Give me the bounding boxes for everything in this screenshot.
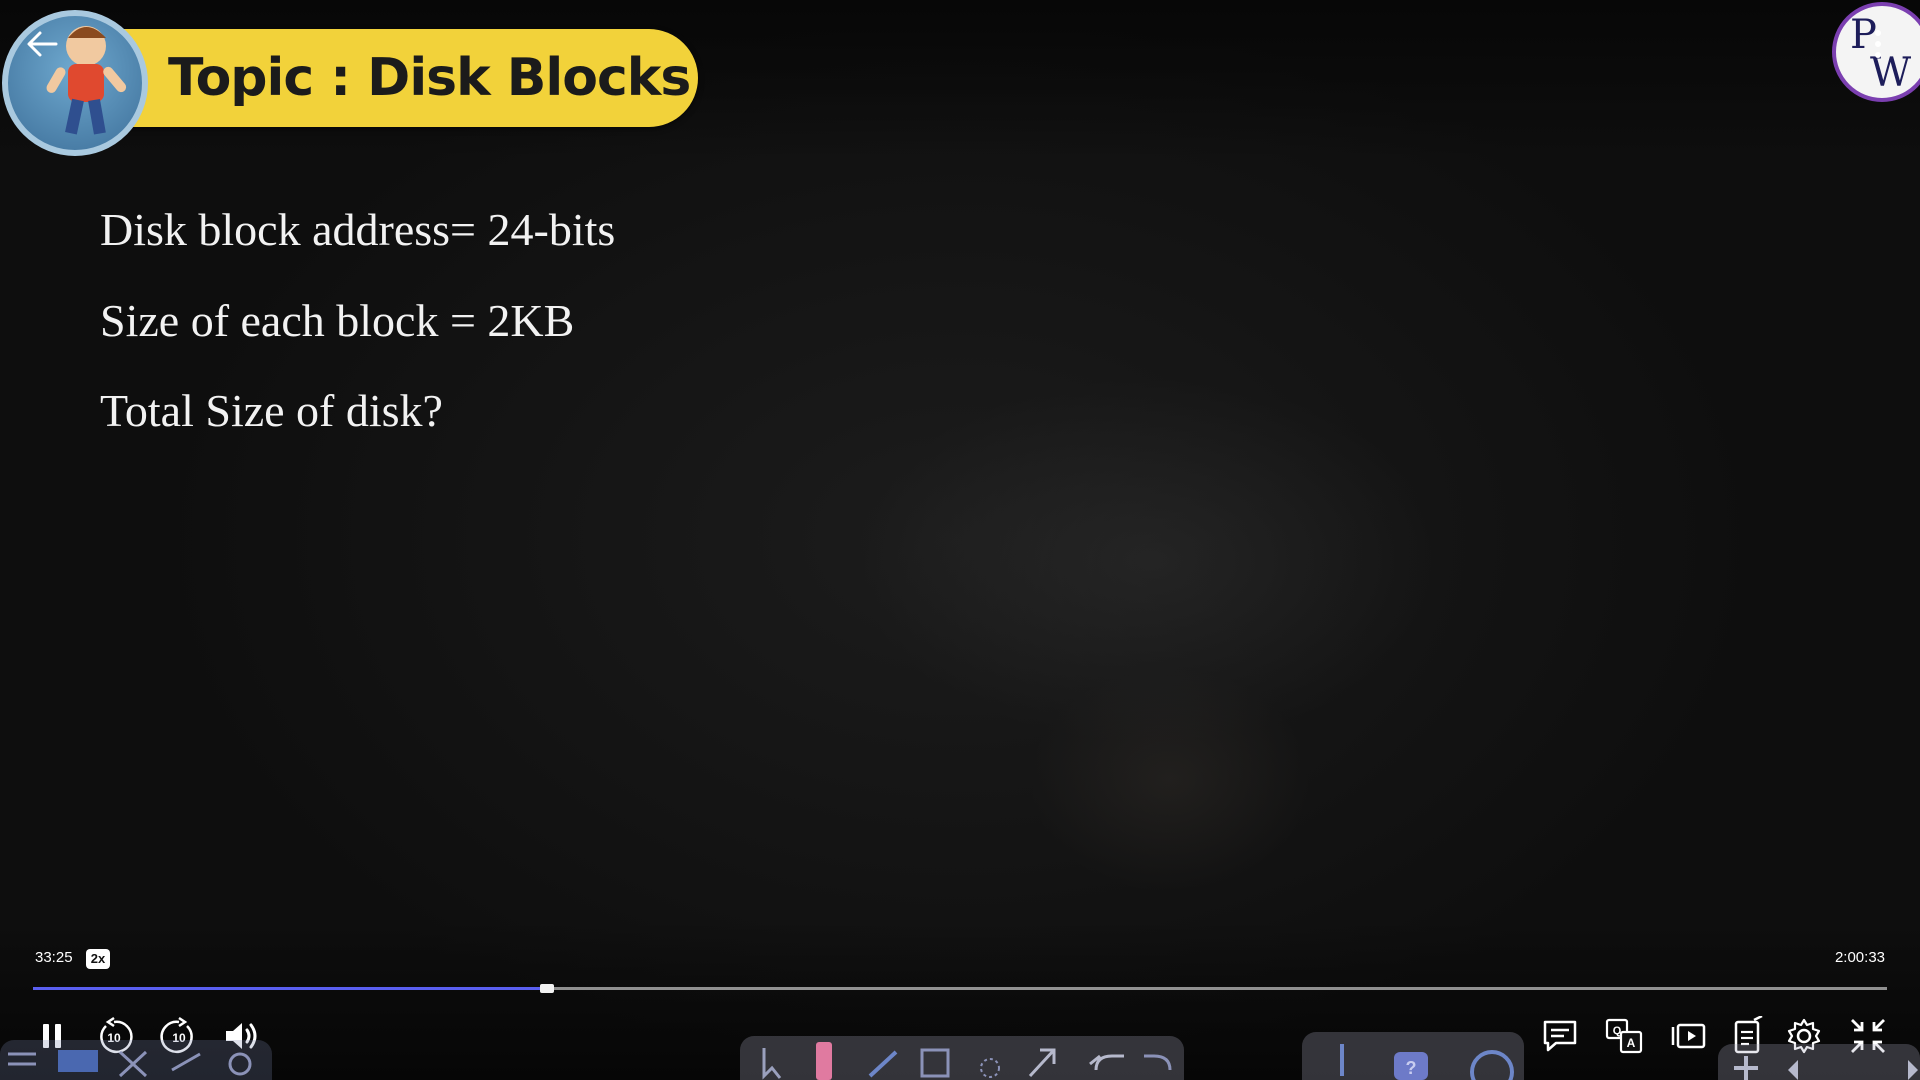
translate-icon: Q A <box>1605 1018 1643 1054</box>
seek-bar-progress <box>33 987 547 990</box>
svg-text:Q: Q <box>1613 1025 1622 1037</box>
page-navigation-icons <box>1734 1056 1918 1080</box>
more-vertical-icon <box>1875 30 1881 36</box>
board-tools-toolbar: ? <box>1302 1032 1524 1080</box>
playlist-icon <box>1671 1023 1706 1049</box>
seek-bar[interactable] <box>33 984 1887 993</box>
slide-line-address: Disk block address= 24-bits <box>100 204 616 255</box>
current-time: 33:25 <box>35 949 73 966</box>
translate-button[interactable]: Q A <box>1602 1014 1646 1058</box>
svg-text:?: ? <box>1406 1058 1417 1078</box>
more-options-button[interactable] <box>1866 26 1890 62</box>
board-left-toolbar-icons <box>8 1050 252 1078</box>
blackboard-background <box>0 0 1920 1080</box>
more-vertical-icon-dot <box>1875 41 1881 47</box>
more-vertical-icon-dot <box>1875 52 1881 58</box>
annotation-toolbar-icons <box>762 1042 1172 1080</box>
svg-text:A: A <box>1627 1036 1636 1050</box>
back-button[interactable] <box>22 24 62 64</box>
topic-title: Topic : Disk Blocks <box>168 48 691 108</box>
slide-line-block-size: Size of each block = 2KB <box>100 295 575 346</box>
page-navigation-toolbar <box>1718 1044 1920 1080</box>
comments-button[interactable] <box>1538 1014 1582 1058</box>
slide-line-question: Total Size of disk? <box>100 385 443 436</box>
board-left-toolbar <box>0 1040 272 1080</box>
playback-speed-button[interactable]: 2x <box>86 949 110 969</box>
arrow-left-icon <box>27 31 58 57</box>
annotation-toolbar <box>740 1036 1184 1080</box>
playlist-button[interactable] <box>1668 1014 1712 1058</box>
comments-icon <box>1543 1020 1577 1052</box>
seek-bar-handle[interactable] <box>539 984 554 993</box>
total-time: 2:00:33 <box>1834 949 1885 966</box>
board-tools-toolbar-icons: ? <box>1340 1044 1514 1080</box>
